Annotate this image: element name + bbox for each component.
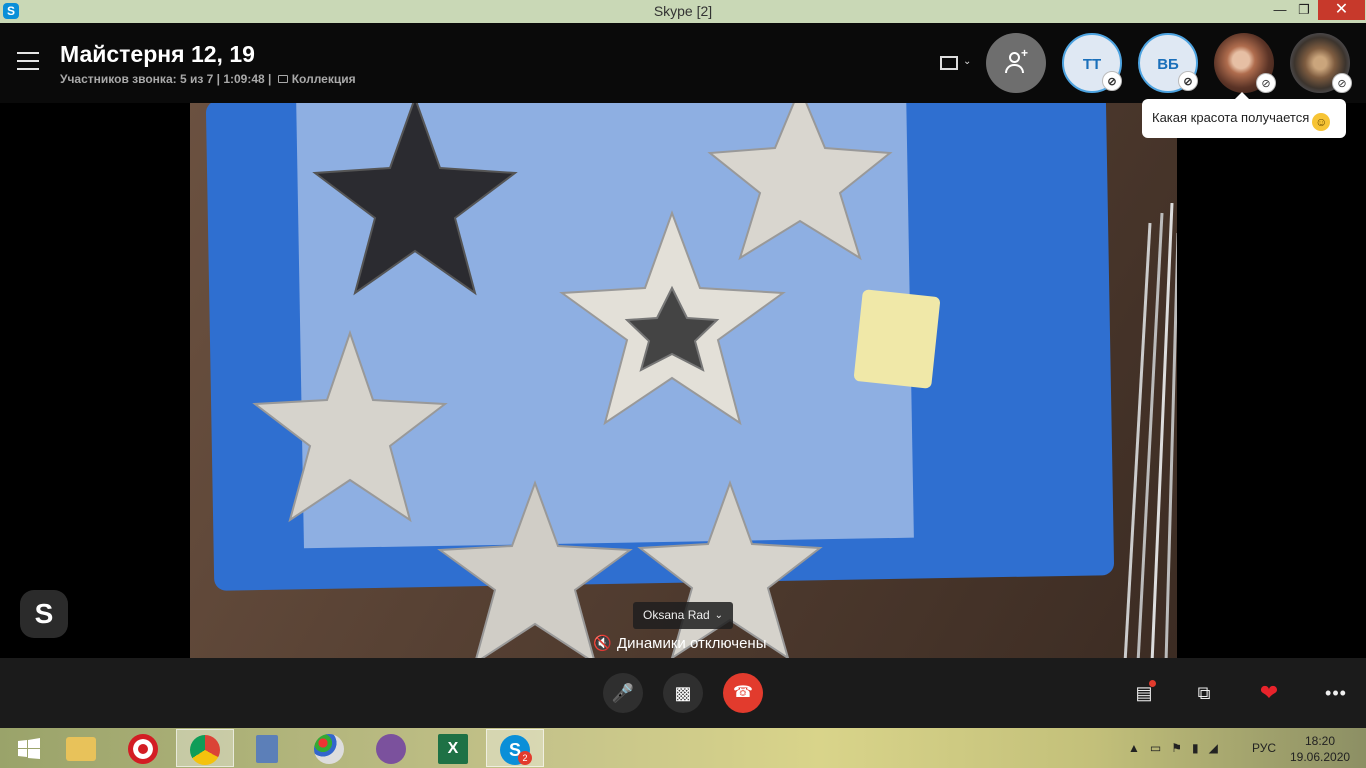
- clock[interactable]: 18:20 19.06.2020: [1290, 733, 1350, 765]
- start-button[interactable]: [0, 729, 58, 767]
- system-tray[interactable]: ▲▭⚑▮◢: [1128, 728, 1228, 768]
- participant-avatar-photo[interactable]: ⊘: [1290, 33, 1352, 93]
- window-title: Skype [2]: [653, 3, 713, 19]
- taskbar-skype[interactable]: S 2: [486, 729, 544, 767]
- avatar-initials: ТТ: [1082, 56, 1102, 73]
- participant-avatar-vb[interactable]: ВБ ⊘: [1138, 33, 1198, 93]
- network-icon[interactable]: ▮: [1192, 741, 1209, 755]
- woven-star-bottom-left: [437, 480, 633, 658]
- tray-expand-icon[interactable]: ▲: [1128, 741, 1150, 755]
- call-controls: 🎤 ▩ ☎ ▤ ⧉ ❤ •••: [0, 658, 1366, 728]
- taskbar-file-explorer[interactable]: [52, 729, 110, 767]
- skype-logo-icon: S: [20, 590, 68, 638]
- more-icon: •••: [1325, 683, 1347, 703]
- mic-off-icon: 🎤: [611, 683, 635, 703]
- restore-button[interactable]: ❐: [1290, 0, 1318, 20]
- notification-dot: [1149, 680, 1156, 687]
- close-button[interactable]: ✕: [1318, 0, 1365, 20]
- menu-icon[interactable]: [17, 52, 39, 70]
- folder-icon: [66, 737, 96, 762]
- woven-star-bottom-right: [637, 480, 823, 658]
- mic-muted-icon: ⊘: [1256, 73, 1276, 93]
- paper-sticks-image: [1123, 203, 1177, 658]
- call-title: Майстерня 12, 19: [60, 41, 255, 67]
- collection-link[interactable]: Коллекция: [292, 72, 356, 86]
- volume-icon[interactable]: ◢: [1209, 741, 1228, 755]
- participant-avatar-photo[interactable]: ⊘: [1214, 33, 1276, 93]
- taskbar-calculator[interactable]: [238, 729, 296, 767]
- share-screen-button[interactable]: ⧉: [1191, 680, 1217, 706]
- mic-muted-icon: ⊘: [1178, 71, 1198, 91]
- paint-icon: [314, 734, 344, 765]
- layout-switch-button[interactable]: ⌄: [938, 53, 972, 75]
- taskbar-opera[interactable]: [114, 729, 172, 767]
- window-title-bar: S Skype [2] — ❐ ✕: [0, 0, 1366, 23]
- calculator-icon: [256, 735, 278, 764]
- hang-up-icon: ☎: [733, 684, 753, 701]
- end-call-button[interactable]: ☎: [723, 673, 763, 713]
- speakers-off-text: Динамики отключены: [617, 635, 767, 652]
- windows-taskbar: X S 2 ▲▭⚑▮◢ РУС 18:20 19.06.2020: [0, 728, 1366, 768]
- chat-message-popup[interactable]: Какая красота получается ☺: [1142, 92, 1346, 138]
- sponge-image: [853, 289, 941, 389]
- speaker-name: Oksana Rad: [643, 608, 710, 622]
- opera-icon: [128, 734, 158, 765]
- person-icon: [1009, 52, 1020, 63]
- heart-icon: ❤: [1259, 680, 1279, 705]
- taskbar-viber[interactable]: [362, 729, 420, 767]
- toggle-camera-button[interactable]: ▩: [663, 673, 703, 713]
- add-participant-button[interactable]: +: [986, 33, 1046, 93]
- collection-icon: [277, 75, 288, 83]
- woven-star-dark: [312, 103, 518, 296]
- clock-date: 19.06.2020: [1290, 750, 1351, 764]
- mic-muted-icon: ⊘: [1332, 73, 1352, 93]
- call-info: Участников звонка: 5 из 7 | 1:09:48 | Ко…: [60, 72, 356, 86]
- participant-avatar-tt[interactable]: ТТ ⊘: [1062, 33, 1122, 93]
- speakers-off-notice: 🔇 Динамики отключены: [593, 634, 766, 652]
- unread-badge: 2: [518, 751, 532, 765]
- chat-message-text: Какая красота получается: [1152, 110, 1310, 125]
- taskbar-excel[interactable]: X: [424, 729, 482, 767]
- person-icon-body: [1005, 64, 1024, 73]
- react-button[interactable]: ❤: [1256, 680, 1282, 706]
- taskbar-chrome[interactable]: [176, 729, 234, 767]
- smile-emoji-icon: ☺: [1312, 113, 1331, 131]
- chevron-down-icon: ⌄: [714, 610, 723, 621]
- call-participants-duration: Участников звонка: 5 из 7 | 1:09:48 |: [60, 72, 275, 86]
- frame-icon: [940, 56, 958, 70]
- avatar-initials: ВБ: [1157, 56, 1179, 73]
- language-indicator[interactable]: РУС: [1252, 728, 1276, 768]
- woven-star-center: [559, 210, 786, 426]
- call-header: Майстерня 12, 19 Участников звонка: 5 из…: [0, 23, 1366, 103]
- woven-star-left: [252, 329, 448, 523]
- speaker-muted-icon: 🔇: [593, 635, 612, 652]
- chrome-icon: [190, 735, 220, 766]
- plus-icon: +: [1021, 46, 1029, 60]
- speaker-name-tag[interactable]: Oksana Rad ⌄: [633, 602, 733, 629]
- excel-icon: X: [438, 734, 468, 765]
- windows-logo-icon: [18, 738, 40, 760]
- video-stage: S Oksana Rad ⌄ 🔇 Динамики отключены: [0, 103, 1366, 658]
- viber-icon: [376, 734, 406, 765]
- shared-video[interactable]: [190, 103, 1177, 658]
- chevron-down-icon: ⌄: [963, 56, 972, 67]
- share-screen-icon: ⧉: [1197, 683, 1211, 703]
- open-chat-button[interactable]: ▤: [1131, 680, 1157, 706]
- mic-muted-icon: ⊘: [1102, 71, 1122, 91]
- camera-off-icon: ▩: [674, 683, 692, 703]
- toggle-microphone-button[interactable]: 🎤: [603, 673, 643, 713]
- more-options-button[interactable]: •••: [1323, 680, 1349, 706]
- clock-time: 18:20: [1304, 734, 1336, 748]
- taskbar-paint[interactable]: [300, 729, 358, 767]
- flag-icon[interactable]: ⚑: [1171, 741, 1192, 755]
- battery-icon[interactable]: ▭: [1150, 741, 1171, 755]
